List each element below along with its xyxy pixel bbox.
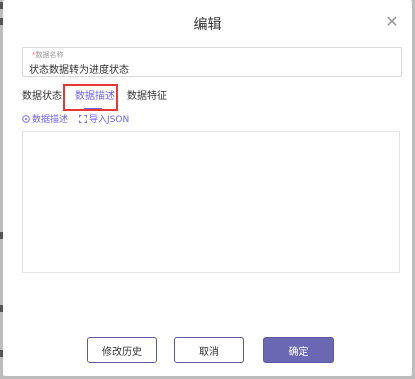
data-name-label: *数据名称 bbox=[32, 51, 64, 59]
tab-data-features[interactable]: 数据特征 bbox=[127, 90, 167, 104]
dialog-title: 编辑 bbox=[193, 17, 222, 33]
close-icon[interactable]: ✕ bbox=[384, 14, 400, 30]
import-json-button[interactable]: 导入JSON bbox=[79, 114, 129, 126]
describe-mode-label: 数据描述 bbox=[32, 115, 69, 125]
highlight-box bbox=[63, 84, 118, 111]
cancel-button[interactable]: 取消 bbox=[174, 337, 244, 363]
data-name-field[interactable]: *数据名称 bbox=[22, 47, 402, 77]
import-json-label: 导入JSON bbox=[89, 115, 130, 125]
data-name-input[interactable] bbox=[29, 61, 389, 75]
field-label-text: 数据名称 bbox=[35, 51, 64, 59]
edit-dialog: 编辑 ✕ *数据名称 数据状态 数据描述 数据特征 数据描述 导入JSON 修改… bbox=[3, 0, 412, 376]
import-icon bbox=[79, 115, 87, 123]
history-button[interactable]: 修改历史 bbox=[87, 337, 157, 363]
describe-mode-button[interactable]: 数据描述 bbox=[22, 114, 68, 126]
confirm-button[interactable]: 确定 bbox=[263, 337, 334, 363]
info-circle-icon bbox=[22, 115, 30, 123]
description-textarea[interactable] bbox=[22, 131, 400, 273]
tab-data-status[interactable]: 数据状态 bbox=[22, 90, 62, 104]
